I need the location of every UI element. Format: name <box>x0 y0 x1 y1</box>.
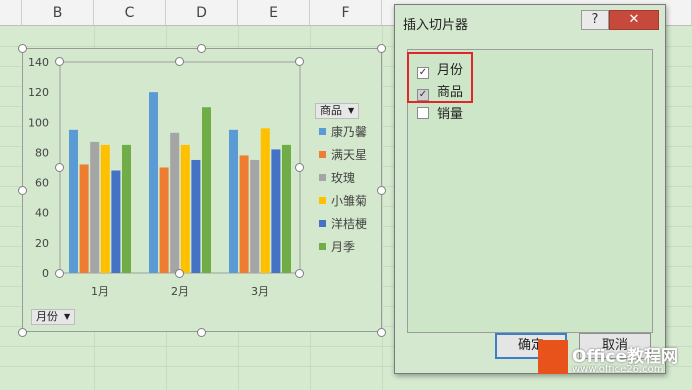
bar-6-1 <box>122 144 131 273</box>
y-tick-label: 40 <box>35 207 49 220</box>
y-tick-label: 140 <box>28 56 49 69</box>
dropdown-arrow-icon: ▼ <box>64 312 71 321</box>
chart-resize-handle-br[interactable] <box>377 328 386 337</box>
bar-2-1 <box>79 164 89 273</box>
legend-field-label: 商品 <box>320 104 342 117</box>
field-option-sales[interactable]: 销量 <box>417 103 464 122</box>
bar-3-1 <box>90 141 100 273</box>
plot-resize-handle-bl[interactable] <box>55 269 64 278</box>
legend-label: 小雏菊 <box>331 194 368 208</box>
column-header-d[interactable]: D <box>166 0 238 26</box>
checkbox-icon[interactable] <box>417 107 429 119</box>
plot-resize-handle-l[interactable] <box>55 163 64 172</box>
legend-label: 洋桔梗 <box>331 217 368 231</box>
y-tick-label: 20 <box>35 237 49 250</box>
close-button[interactable]: ✕ <box>609 10 659 30</box>
column-header-b[interactable]: B <box>22 0 94 26</box>
plot-resize-handle-t[interactable] <box>175 57 184 66</box>
bar-6-3 <box>282 144 291 273</box>
bar-4-3 <box>260 128 270 273</box>
bar-2-2 <box>159 167 169 273</box>
legend-item: 小雏菊 <box>319 192 367 208</box>
bar-1-1 <box>69 129 78 273</box>
y-tick-label: 80 <box>35 146 49 159</box>
bar-5-3 <box>271 149 281 273</box>
bar-1-2 <box>149 92 158 273</box>
plot-resize-handle-br[interactable] <box>295 269 304 278</box>
x-tick-label: 1月 <box>91 285 109 298</box>
x-tick-label: 2月 <box>171 285 189 298</box>
y-tick-label: 100 <box>28 116 49 129</box>
chart-resize-handle-r[interactable] <box>377 186 386 195</box>
column-header-corner[interactable] <box>0 0 22 26</box>
legend-item: 玫瑰 <box>319 169 355 185</box>
legend-swatch <box>319 197 326 204</box>
legend-field-button[interactable]: 商品 ▼ <box>315 103 360 119</box>
x-tick-label: 3月 <box>251 285 269 298</box>
axis-field-button[interactable]: 月份 ▼ <box>31 309 76 325</box>
watermark: Office教程网 www.office26.com <box>538 340 688 386</box>
legend-swatch <box>319 151 326 158</box>
bar-3-3 <box>250 159 260 273</box>
y-tick-label: 120 <box>28 86 49 99</box>
chart-resize-handle-l[interactable] <box>18 186 27 195</box>
bar-4-1 <box>100 144 110 273</box>
dialog-title: 插入切片器 <box>403 18 469 33</box>
y-tick-label: 60 <box>35 177 49 190</box>
y-tick-label: 0 <box>42 267 49 280</box>
plot-resize-handle-b[interactable] <box>175 269 184 278</box>
bar-3-2 <box>170 132 180 273</box>
bar-6-2 <box>202 107 211 273</box>
highlight-box <box>407 52 473 103</box>
legend-label: 康乃馨 <box>331 125 368 139</box>
legend-swatch <box>319 243 326 250</box>
legend-item: 康乃馨 <box>319 123 367 139</box>
chart-resize-handle-b[interactable] <box>197 328 206 337</box>
legend-swatch <box>319 174 326 181</box>
axis-field-label: 月份 <box>36 310 58 323</box>
bar-5-2 <box>191 159 201 273</box>
help-button[interactable]: ? <box>581 10 609 30</box>
chart-resize-handle-bl[interactable] <box>18 328 27 337</box>
watermark-url: www.office26.com <box>572 364 664 375</box>
column-header-e[interactable]: E <box>238 0 310 26</box>
chart-resize-handle-tr[interactable] <box>377 44 386 53</box>
insert-slicer-dialog: 插入切片器 ? ✕ ✓ 月份 ✓ 商品 销量 确定 取消 <box>394 4 666 374</box>
column-header-f[interactable]: F <box>310 0 382 26</box>
plot-resize-handle-tl[interactable] <box>55 57 64 66</box>
field-option-label: 销量 <box>437 107 464 122</box>
bar-4-2 <box>180 144 190 273</box>
legend-swatch <box>319 220 326 227</box>
plot-resize-handle-tr[interactable] <box>295 57 304 66</box>
chart-resize-handle-tl[interactable] <box>18 44 27 53</box>
chart-plot: 140 120 100 80 60 40 20 0 1月 2月 3月 <box>28 56 301 298</box>
legend-label: 月季 <box>331 240 356 254</box>
column-header-c[interactable]: C <box>94 0 166 26</box>
pivot-chart[interactable]: 140 120 100 80 60 40 20 0 1月 2月 3月 商品 ▼ 康乃馨满天星玫瑰小雏菊… <box>18 44 386 337</box>
legend-item: 满天星 <box>319 146 367 162</box>
legend-item: 月季 <box>319 238 355 254</box>
dropdown-arrow-icon: ▼ <box>348 106 355 115</box>
legend-swatch <box>319 128 326 135</box>
office-logo-icon <box>538 340 568 374</box>
bar-2-3 <box>239 155 249 273</box>
legend-label: 满天星 <box>331 148 368 162</box>
legend-item: 洋桔梗 <box>319 215 367 231</box>
bar-1-3 <box>229 129 238 273</box>
legend-label: 玫瑰 <box>331 171 356 185</box>
chart-resize-handle-t[interactable] <box>197 44 206 53</box>
plot-resize-handle-r[interactable] <box>295 163 304 172</box>
bar-5-1 <box>111 170 121 273</box>
